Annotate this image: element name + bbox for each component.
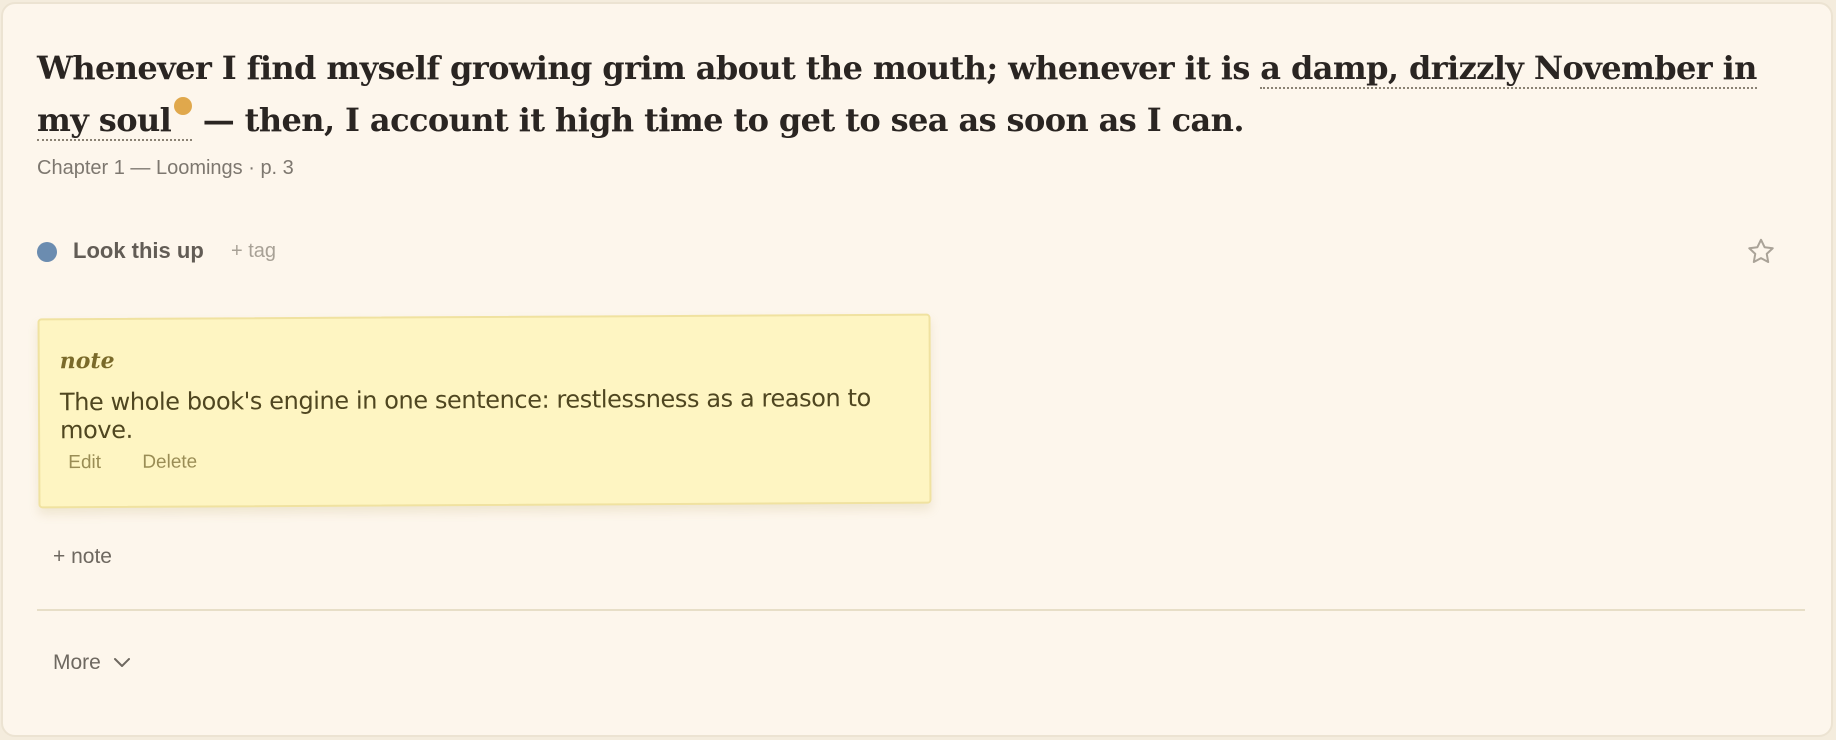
delete-note-button[interactable]: Delete xyxy=(142,452,197,473)
more-button[interactable]: More xyxy=(53,651,131,675)
tag-label[interactable]: Look this up xyxy=(73,238,204,264)
note-actions: Edit Delete xyxy=(68,451,233,474)
chevron-down-icon xyxy=(113,658,130,667)
edit-note-button[interactable]: Edit xyxy=(68,452,101,473)
quote-text-before: Whenever I find myself growing grim abou… xyxy=(37,49,1261,87)
highlight-quote: Whenever I find myself growing grim abou… xyxy=(37,42,1797,146)
highlight-marker-dot[interactable] xyxy=(174,97,193,116)
note-card: note The whole book's engine in one sent… xyxy=(37,313,932,509)
note-title: note xyxy=(59,347,115,375)
chapter-location: Chapter 1 — Loomings · p. 3 xyxy=(37,157,294,179)
add-tag-button[interactable]: + tag xyxy=(231,240,276,263)
divider xyxy=(37,609,1805,611)
tag-color-dot xyxy=(37,242,57,262)
more-label: More xyxy=(53,651,101,674)
add-note-button[interactable]: + note xyxy=(53,545,112,569)
note-body: The whole book's engine in one sentence:… xyxy=(59,383,871,445)
tag-row: Look this up + tag xyxy=(37,234,1777,270)
quote-text-after: — then, I account it high time to get to… xyxy=(192,101,1245,139)
star-icon[interactable] xyxy=(1745,236,1777,268)
highlight-card: Whenever I find myself growing grim abou… xyxy=(1,2,1833,737)
